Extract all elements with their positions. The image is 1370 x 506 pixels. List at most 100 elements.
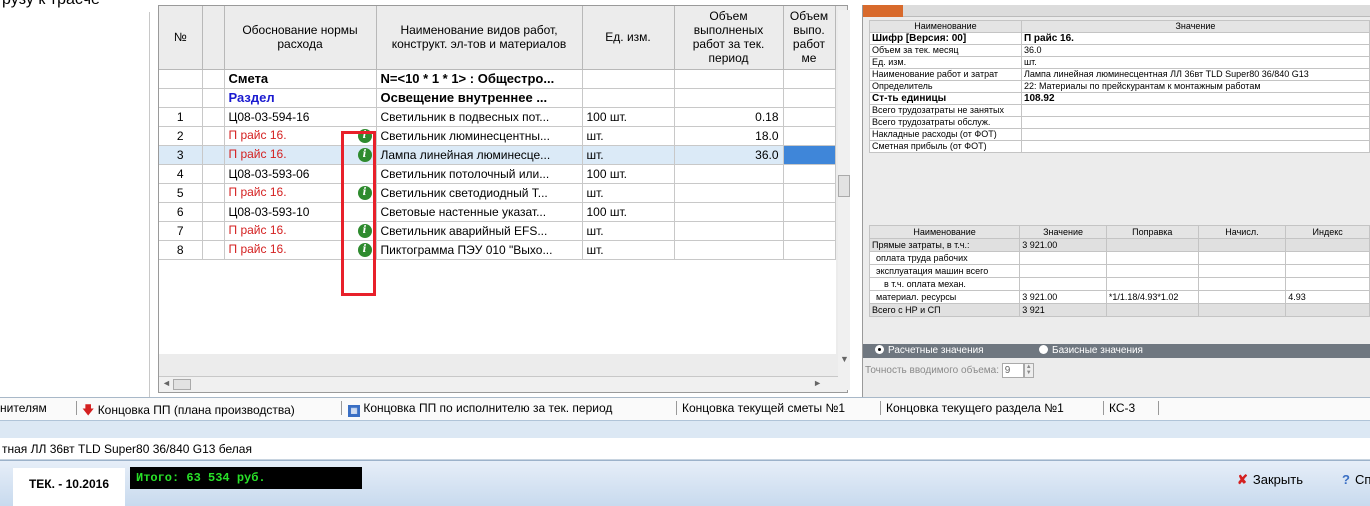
row-volume[interactable] [674,221,784,241]
row-volume-month[interactable] [783,240,836,260]
period-indicator[interactable]: ТЕК. - 10.2016 [13,468,125,506]
row-volume-month[interactable] [783,221,836,241]
row-work-name[interactable]: Световые настенные указат... [376,202,583,222]
property-row[interactable]: Всего трудозатраты не занятых [869,104,1370,117]
cost-row[interactable]: Всего с НР и СП 3 921 [868,303,1370,317]
row-unit[interactable] [582,69,675,89]
row-unit[interactable]: шт. [582,145,675,165]
row-work-name[interactable]: Освещение внутреннее ... [376,88,583,108]
tab-pp-executor[interactable]: ▦ Концовка ПП по исполнителю за тек. пер… [348,401,612,417]
property-value[interactable]: 22: Материалы по прейскурантам к монтажн… [1020,80,1370,93]
row-volume-month[interactable] [783,164,836,184]
table-row[interactable]: 5 П райс 16. i Светильник светодиодный Т...… [159,183,836,203]
row-work-name[interactable]: Светильник светодиодный Т... [376,183,583,203]
property-value[interactable] [1020,128,1370,141]
cost-row[interactable]: Прямые затраты, в т.ч.: 3 921.00 [868,238,1370,252]
row-work-name[interactable]: Светильник потолочный или... [376,164,583,184]
property-row[interactable]: Наименование работ и затрат Лампа линейна… [869,68,1370,81]
property-value[interactable] [1020,140,1370,153]
vertical-scrollbar[interactable]: ▼ [838,10,850,390]
property-row[interactable]: Ед. изм. шт. [869,56,1370,69]
row-work-name[interactable]: Лампа линейная люминесце... [376,145,583,165]
row-volume[interactable] [674,88,784,108]
row-volume-month[interactable] [783,88,836,108]
row-unit[interactable]: 100 шт. [582,164,675,184]
tab-pp-end[interactable]: 🡇 Концовка ПП (плана производства) [82,401,295,422]
cost-accrual[interactable] [1197,277,1287,291]
horizontal-scrollbar[interactable]: ◄ ► [159,376,847,392]
row-work-name[interactable]: N=<10 * 1 * 1> : Общестро... [376,69,583,89]
cost-accrual[interactable] [1197,264,1287,278]
cost-row[interactable]: эксплуатация машин всего [868,264,1370,278]
cost-value[interactable]: 3 921 [1019,303,1107,317]
row-norm-code[interactable]: Ц08-03-593-06 [224,164,377,184]
precision-input[interactable]: 9 [1001,363,1024,378]
radio-base[interactable]: Базисные значения [1039,345,1143,356]
col-header-norm[interactable]: Обоснование нормы расхода [224,6,377,70]
row-volume-month[interactable] [783,183,836,203]
property-row[interactable]: Объем за тек. месяц 36.0 [869,44,1370,57]
property-row[interactable]: Определитель 22: Материалы по прейскурант… [869,80,1370,93]
table-row[interactable]: 7 П райс 16. i Светильник аварийный EFS... ш… [159,221,836,241]
cost-value[interactable] [1019,277,1107,291]
row-work-name[interactable]: Светильник аварийный EFS... [376,221,583,241]
row-work-name[interactable]: Светильник люминесцентны... [376,126,583,146]
cost-index[interactable] [1285,277,1370,291]
radio-selected-icon[interactable] [875,345,884,354]
property-value[interactable] [1020,116,1370,129]
property-value[interactable]: Лампа линейная люминесцентная ЛЛ 36вт TL… [1020,68,1370,81]
property-row[interactable]: Всего трудозатраты обслуж. [869,116,1370,129]
col-header-name[interactable]: Наименование видов работ, конструкт. эл-… [376,6,583,70]
cost-index[interactable] [1285,264,1370,278]
vscroll-thumb[interactable] [838,175,850,197]
info-icon[interactable]: i [357,129,372,143]
row-volume-month[interactable] [783,107,836,127]
cost-correction[interactable] [1105,277,1199,291]
help-button[interactable]: ? Сп [1342,472,1370,487]
cost-value[interactable] [1019,251,1107,265]
col-header-blank[interactable] [202,6,225,70]
info-icon[interactable]: i [357,186,372,200]
col-header-volume[interactable]: Объем выполненых работ за тек. период [674,6,784,70]
cost-row[interactable]: материал. ресурсы 3 921.00 *1/1.18/4.93*1.… [868,290,1370,304]
panel-tab[interactable] [863,5,903,17]
cost-accrual[interactable] [1197,303,1287,317]
row-volume-month[interactable] [783,202,836,222]
row-volume[interactable] [674,183,784,203]
radio-unselected-icon[interactable] [1039,345,1048,354]
property-value[interactable]: 108.92 [1020,92,1370,105]
property-value[interactable] [1020,104,1370,117]
cost-row[interactable]: оплата труда рабочих [868,251,1370,265]
info-icon[interactable]: i [357,243,372,257]
scroll-thumb[interactable] [173,379,191,390]
tab-section-end[interactable]: Концовка текущего раздела №1 [886,401,1064,415]
cost-accrual[interactable] [1197,251,1287,265]
row-norm-code[interactable]: П райс 16. i [224,183,377,203]
property-row[interactable]: Шифр [Версия: 00] П райс 16. [869,32,1370,45]
row-volume-month[interactable] [783,126,836,146]
tab-executors[interactable]: нителям [0,401,47,415]
cost-index[interactable] [1285,238,1370,252]
cost-correction[interactable] [1105,238,1199,252]
row-unit[interactable]: 100 шт. [582,202,675,222]
close-button[interactable]: ✘ Закрыть [1237,472,1303,488]
row-unit[interactable]: шт. [582,221,675,241]
estimate-grid[interactable]: № Обоснование нормы расхода Наименование… [158,5,848,393]
property-row[interactable]: Накладные расходы (от ФОТ) [869,128,1370,141]
property-value[interactable]: шт. [1020,56,1370,69]
property-row[interactable]: Сметная прибыль (от ФОТ) [869,140,1370,153]
row-unit[interactable]: шт. [582,240,675,260]
row-volume[interactable]: 0.18 [674,107,784,127]
row-norm-code[interactable]: Раздел [224,88,377,108]
row-norm-code[interactable]: П райс 16. i [224,221,377,241]
scroll-right-arrow-icon[interactable]: ► [813,378,822,388]
property-value[interactable]: 36.0 [1020,44,1370,57]
cost-correction[interactable] [1105,264,1199,278]
row-unit[interactable] [582,88,675,108]
row-volume[interactable] [674,69,784,89]
info-icon[interactable]: i [357,148,372,162]
precision-spinner[interactable]: ▲ ▼ [1023,363,1034,378]
table-row[interactable]: 6 Ц08-03-593-10 Световые настенные указат.… [159,202,836,222]
cost-value[interactable]: 3 921.00 [1019,238,1107,252]
row-volume[interactable]: 36.0 [674,145,784,165]
